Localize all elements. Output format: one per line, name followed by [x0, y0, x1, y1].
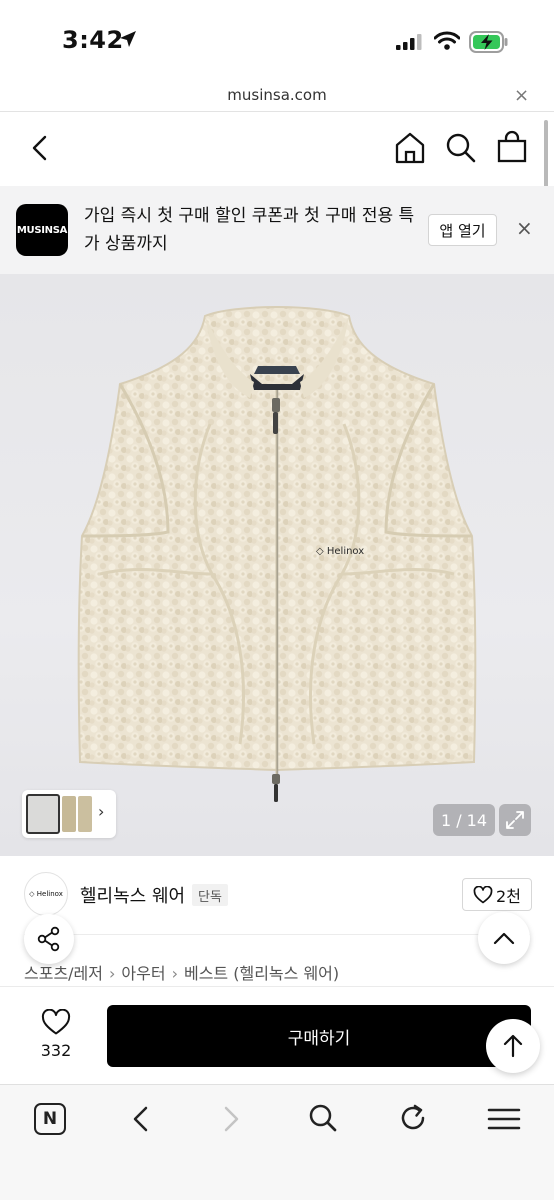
- breadcrumb-separator-icon: ›: [109, 964, 116, 983]
- nav-header: [0, 112, 554, 186]
- url-close-icon[interactable]: ×: [514, 85, 529, 106]
- breadcrumb-item-category[interactable]: 스포츠/레저: [24, 964, 103, 983]
- brand-logo[interactable]: ◇ Helinox: [24, 872, 68, 916]
- search-icon[interactable]: [445, 132, 477, 164]
- status-bar: 3:42: [0, 0, 554, 80]
- share-icon: [37, 926, 60, 952]
- breadcrumb-separator-icon: ›: [171, 964, 178, 983]
- shopping-bag-icon[interactable]: [496, 130, 528, 164]
- thumbnail-1[interactable]: [26, 794, 60, 834]
- browser-forward-icon[interactable]: [221, 1105, 241, 1133]
- breadcrumb-item-current[interactable]: 베스트 (헬리녹스 웨어): [184, 964, 339, 983]
- location-arrow-icon: [120, 31, 136, 47]
- wishlist-heart-icon[interactable]: [41, 1009, 71, 1036]
- refresh-icon[interactable]: [398, 1103, 428, 1133]
- product-image[interactable]: ◇ Helinox › 1 / 14: [0, 274, 554, 856]
- share-button[interactable]: [24, 914, 74, 964]
- status-time: 3:42: [62, 26, 124, 54]
- expand-icon: [506, 811, 524, 829]
- url-text[interactable]: musinsa.com: [0, 86, 554, 104]
- brand-row: ◇ Helinox 헬리녹스 웨어 단독 2천: [0, 856, 554, 936]
- app-download-banner: MUSINSA 가입 즉시 첫 구매 할인 쿠폰과 첫 구매 전용 특가 상품까…: [0, 186, 554, 274]
- heart-icon: [473, 885, 493, 903]
- open-app-button[interactable]: 앱 열기: [428, 214, 497, 246]
- product-logo-print: ◇ Helinox: [316, 546, 364, 557]
- purchase-bar: 332 구매하기: [0, 986, 554, 1084]
- collapse-button[interactable]: [478, 912, 530, 964]
- thumbnail-3[interactable]: [78, 796, 92, 832]
- musinsa-logo: MUSINSA: [16, 204, 68, 256]
- url-bar[interactable]: musinsa.com ×: [0, 80, 554, 112]
- battery-charging-icon: [469, 31, 508, 53]
- wifi-icon: [434, 31, 460, 50]
- fleece-vest-illustration: ◇ Helinox: [77, 306, 477, 802]
- brand-name[interactable]: 헬리녹스 웨어: [80, 882, 185, 908]
- cellular-signal-icon: [396, 34, 422, 50]
- browser-search-icon[interactable]: [308, 1103, 338, 1133]
- brand-like-button[interactable]: 2천: [462, 878, 532, 911]
- thumbnail-strip[interactable]: ›: [22, 790, 116, 838]
- arrow-up-icon: [503, 1034, 523, 1058]
- thumbnail-next-icon[interactable]: ›: [98, 802, 104, 821]
- brand-like-count: 2천: [496, 886, 521, 906]
- divider: [24, 934, 530, 935]
- wishlist-count: 332: [40, 1041, 72, 1060]
- breadcrumb-item-subcategory[interactable]: 아우터: [121, 964, 165, 983]
- naver-home-icon[interactable]: N: [34, 1103, 66, 1135]
- image-counter: 1 / 14: [433, 804, 495, 836]
- chevron-up-icon: [493, 932, 515, 945]
- exclusive-badge: 단독: [192, 884, 228, 906]
- banner-close-icon[interactable]: ×: [516, 216, 533, 240]
- browser-back-icon[interactable]: [131, 1105, 151, 1133]
- menu-icon[interactable]: [487, 1107, 521, 1131]
- scroll-top-button[interactable]: [486, 1019, 540, 1073]
- breadcrumb: 스포츠/레저 › 아우터 › 베스트 (헬리녹스 웨어): [24, 960, 339, 984]
- browser-toolbar: N: [0, 1084, 554, 1200]
- back-chevron-icon[interactable]: [28, 134, 52, 162]
- expand-button[interactable]: [499, 804, 531, 836]
- home-icon[interactable]: [393, 131, 427, 165]
- buy-button[interactable]: 구매하기: [107, 1005, 531, 1067]
- banner-message: 가입 즉시 첫 구매 할인 쿠폰과 첫 구매 전용 특가 상품까지: [84, 206, 415, 254]
- page-scrollbar[interactable]: [544, 120, 548, 192]
- thumbnail-2[interactable]: [62, 796, 76, 832]
